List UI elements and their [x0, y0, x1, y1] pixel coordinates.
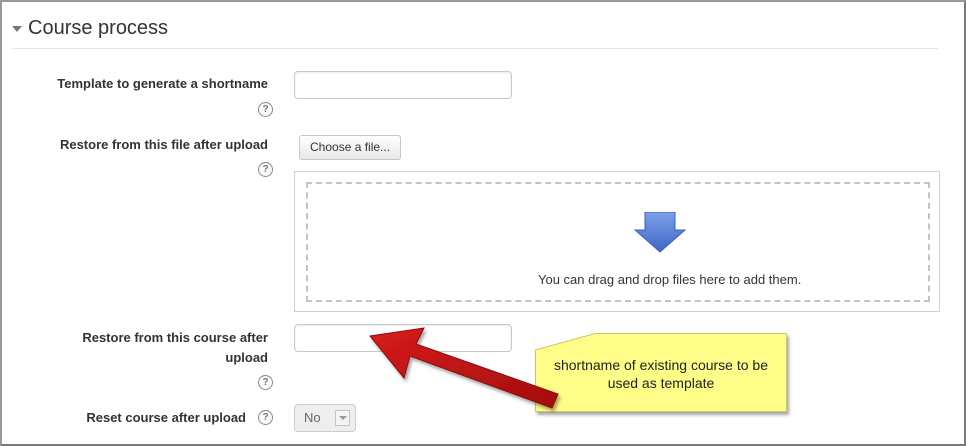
file-manager: You can drag and drop files here to add …	[294, 171, 940, 312]
annotation-note: shortname of existing course to be used …	[535, 333, 787, 412]
screenshot-frame: Course process Template to generate a sh…	[0, 0, 966, 446]
reset-course-label: Reset course after upload	[86, 410, 246, 425]
section-toggle[interactable]: Course process	[12, 17, 168, 40]
restore-course-help-icon[interactable]: ?	[258, 375, 273, 390]
collapse-caret-icon[interactable]	[12, 25, 22, 32]
restore-course-input[interactable]	[294, 324, 512, 352]
drop-arrow-icon	[633, 212, 687, 253]
drop-message: You can drag and drop files here to add …	[538, 272, 802, 287]
reset-course-select[interactable]: No	[294, 404, 356, 432]
template-shortname-input[interactable]	[294, 71, 512, 99]
restore-course-label: Restore from this course after upload	[8, 328, 268, 368]
reset-course-help-icon[interactable]: ?	[258, 410, 273, 425]
restore-course-label-line1: Restore from this course after	[82, 330, 268, 345]
restore-file-label: Restore from this file after upload	[59, 137, 268, 152]
annotation-line1: shortname of existing course to be	[553, 357, 768, 373]
restore-file-help-icon[interactable]: ?	[258, 162, 273, 177]
section-divider	[12, 48, 938, 49]
section-title: Course process	[28, 17, 169, 39]
dropdown-arrow-icon	[335, 410, 350, 426]
reset-course-selected-value: No	[304, 410, 321, 425]
file-drop-zone[interactable]: You can drag and drop files here to add …	[306, 182, 930, 302]
annotation-line2: used as template	[607, 375, 715, 391]
template-shortname-label: Template to generate a shortname	[57, 76, 268, 91]
note-fold-icon	[535, 333, 598, 351]
restore-course-label-line2: upload	[225, 350, 268, 365]
template-shortname-help-icon[interactable]: ?	[258, 102, 273, 117]
choose-file-button[interactable]: Choose a file...	[299, 135, 402, 160]
